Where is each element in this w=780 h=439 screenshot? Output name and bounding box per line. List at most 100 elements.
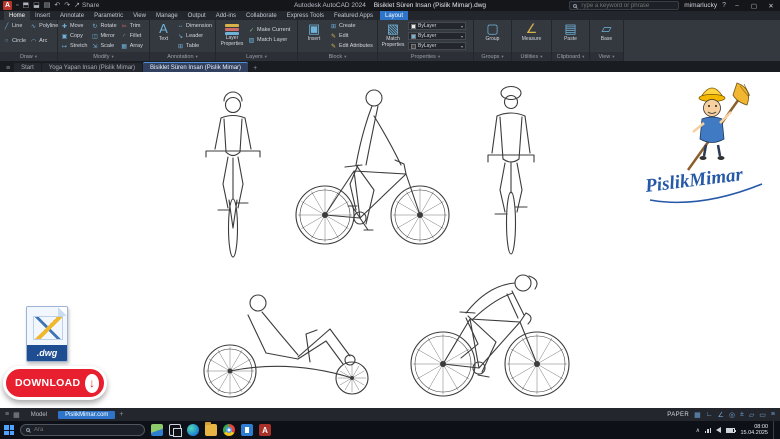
panel-label-groups[interactable]: Groups xyxy=(474,52,511,61)
tab-layout[interactable]: Layout xyxy=(380,11,408,20)
make-current-button[interactable]: ✓ Make Current xyxy=(248,25,290,35)
edit-attributes-button[interactable]: ✎ Edit Attributes xyxy=(330,41,373,51)
start-button[interactable] xyxy=(4,425,14,435)
undo-icon[interactable]: ↶ xyxy=(54,1,60,10)
download-button[interactable]: DOWNLOAD ↓ xyxy=(3,366,107,400)
tab-start[interactable]: Start xyxy=(14,63,41,72)
file-tabs-menu-icon[interactable]: ≡ xyxy=(3,65,13,72)
color-dropdown[interactable]: ByLayer ▾ xyxy=(408,22,466,30)
taskbar-store-icon[interactable] xyxy=(241,424,253,436)
arc-button[interactable]: ◠ Arc xyxy=(30,36,58,46)
paste-button[interactable]: ▤ Paste xyxy=(558,21,584,51)
taskbar-widgets-icon[interactable] xyxy=(151,424,163,436)
task-view-icon[interactable] xyxy=(169,424,181,436)
tab-insert[interactable]: Insert xyxy=(30,11,55,20)
help-icon[interactable]: ? xyxy=(722,1,726,10)
panel-label-clipboard[interactable]: Clipboard xyxy=(552,52,589,61)
trim-button[interactable]: ✂ Trim xyxy=(121,21,146,31)
layout-tab-pislikmimar[interactable]: PislikMimar.com xyxy=(58,411,115,419)
model-tab[interactable]: Model xyxy=(24,411,54,419)
tab-addins[interactable]: Add-ins xyxy=(211,11,241,20)
polyline-button[interactable]: ∿ Polyline xyxy=(30,21,58,31)
measure-button[interactable]: ∠ Measure xyxy=(519,21,545,51)
text-button[interactable]: A Text xyxy=(153,21,174,42)
tab-express-tools[interactable]: Express Tools xyxy=(282,11,329,20)
workspace-icon[interactable]: ▭ xyxy=(759,411,766,419)
battery-icon[interactable] xyxy=(726,428,735,433)
taskbar-file-explorer-icon[interactable] xyxy=(205,424,217,436)
help-search-input[interactable] xyxy=(580,3,675,9)
grid-display-icon[interactable]: ▦ xyxy=(694,411,701,419)
rotate-button[interactable]: ↻ Rotate xyxy=(91,21,116,31)
layout-grid-icon[interactable]: ▦ xyxy=(13,411,20,419)
tab-annotate[interactable]: Annotate xyxy=(55,11,89,20)
tab-home[interactable]: Home xyxy=(4,11,30,20)
taskbar-autocad-icon[interactable]: A xyxy=(259,424,271,436)
redo-icon[interactable]: ↷ xyxy=(64,1,70,10)
layout-menu-icon[interactable]: ≡ xyxy=(5,411,9,418)
object-snap-icon[interactable]: ◎ xyxy=(729,411,735,419)
save-icon[interactable]: ⬓ xyxy=(33,1,40,10)
minimize-button[interactable]: – xyxy=(731,2,743,9)
match-layer-button[interactable]: ▧ Match Layer xyxy=(248,35,290,45)
open-file-icon[interactable]: ⬒ xyxy=(22,1,29,10)
polar-tracking-icon[interactable]: ∠ xyxy=(718,411,724,419)
linetype-dropdown[interactable]: ByLayer ▾ xyxy=(408,32,466,40)
tab-manage[interactable]: Manage xyxy=(151,11,183,20)
dimension-button[interactable]: ↔ Dimension xyxy=(177,21,212,31)
tab-collaborate[interactable]: Collaborate xyxy=(241,11,282,20)
paper-space-indicator[interactable]: PAPER xyxy=(667,412,689,418)
group-button[interactable]: ▢ Group xyxy=(480,21,506,51)
move-button[interactable]: ✚ Move xyxy=(61,21,87,31)
new-layout-button[interactable]: + xyxy=(119,411,123,418)
taskbar-search[interactable] xyxy=(20,424,145,436)
taskbar-chrome-icon[interactable] xyxy=(223,424,235,436)
new-drawing-button[interactable]: + xyxy=(249,65,261,72)
dynamic-input-icon[interactable]: ± xyxy=(740,411,744,418)
panel-label-utilities[interactable]: Utilities xyxy=(512,52,551,61)
tab-view[interactable]: View xyxy=(128,11,151,20)
stretch-button[interactable]: ↦ Stretch xyxy=(61,41,87,51)
lineweight-dropdown[interactable]: ByLayer ▾ xyxy=(408,42,466,50)
autocad-logo-icon[interactable]: A xyxy=(3,1,12,10)
taskbar-search-input[interactable] xyxy=(34,427,139,433)
base-button[interactable]: ▱ Base xyxy=(594,21,620,51)
panel-label-layers[interactable]: Layers xyxy=(216,52,297,61)
ortho-icon[interactable]: ∟ xyxy=(706,411,713,418)
volume-icon[interactable] xyxy=(716,427,721,433)
table-button[interactable]: ⊞ Table xyxy=(177,41,212,51)
network-icon[interactable] xyxy=(705,428,712,433)
new-file-icon[interactable]: ▫ xyxy=(16,1,18,10)
help-search[interactable] xyxy=(569,1,679,10)
leader-button[interactable]: ↘ Leader xyxy=(177,31,212,41)
maximize-button[interactable]: ▢ xyxy=(748,2,760,10)
panel-label-draw[interactable]: Draw xyxy=(0,52,57,61)
customize-icon[interactable]: ≡ xyxy=(771,411,775,418)
panel-label-annotation[interactable]: Annotation xyxy=(150,52,215,61)
account-button[interactable]: mimarlucky xyxy=(684,2,717,9)
plot-icon[interactable]: ▤ xyxy=(44,1,51,10)
match-properties-button[interactable]: ▧ Match Properties xyxy=(381,21,405,48)
circle-button[interactable]: ○ Circle xyxy=(3,36,26,46)
scale-button[interactable]: ⇲ Scale xyxy=(91,41,116,51)
create-block-button[interactable]: ⊞ Create xyxy=(330,21,373,31)
mirror-button[interactable]: ◫ Mirror xyxy=(91,31,116,41)
taskbar-edge-icon[interactable] xyxy=(187,424,199,436)
share-button[interactable]: ↗ Share xyxy=(74,1,99,10)
panel-label-properties[interactable]: Properties xyxy=(378,52,473,61)
line-button[interactable]: ╱ Line xyxy=(3,21,26,31)
edit-block-button[interactable]: ✎ Edit xyxy=(330,31,373,41)
tab-parametric[interactable]: Parametric xyxy=(89,11,128,20)
fillet-button[interactable]: ◜ Fillet xyxy=(121,31,146,41)
annotation-scale-icon[interactable]: ▱ xyxy=(749,411,754,419)
tab-yoga-yapan-insan[interactable]: Yoga Yapan Insan (Pislik Mimar) xyxy=(42,63,142,72)
tab-bisiklet-suren-insan[interactable]: Bisiklet Süren Insan (Pislik Mimar) xyxy=(143,62,248,72)
drawing-canvas[interactable]: PislikMimar .dwg DOWNLOAD ↓ xyxy=(0,72,780,408)
copy-button[interactable]: ▣ Copy xyxy=(61,31,87,41)
panel-label-block[interactable]: Block xyxy=(298,52,377,61)
insert-button[interactable]: ▣ Insert xyxy=(301,21,327,42)
taskbar-clock[interactable]: 08:00 15.04.2025 xyxy=(740,424,768,437)
panel-label-view[interactable]: View xyxy=(590,52,623,61)
tab-output[interactable]: Output xyxy=(183,11,211,20)
array-button[interactable]: ▦ Array xyxy=(121,41,146,51)
